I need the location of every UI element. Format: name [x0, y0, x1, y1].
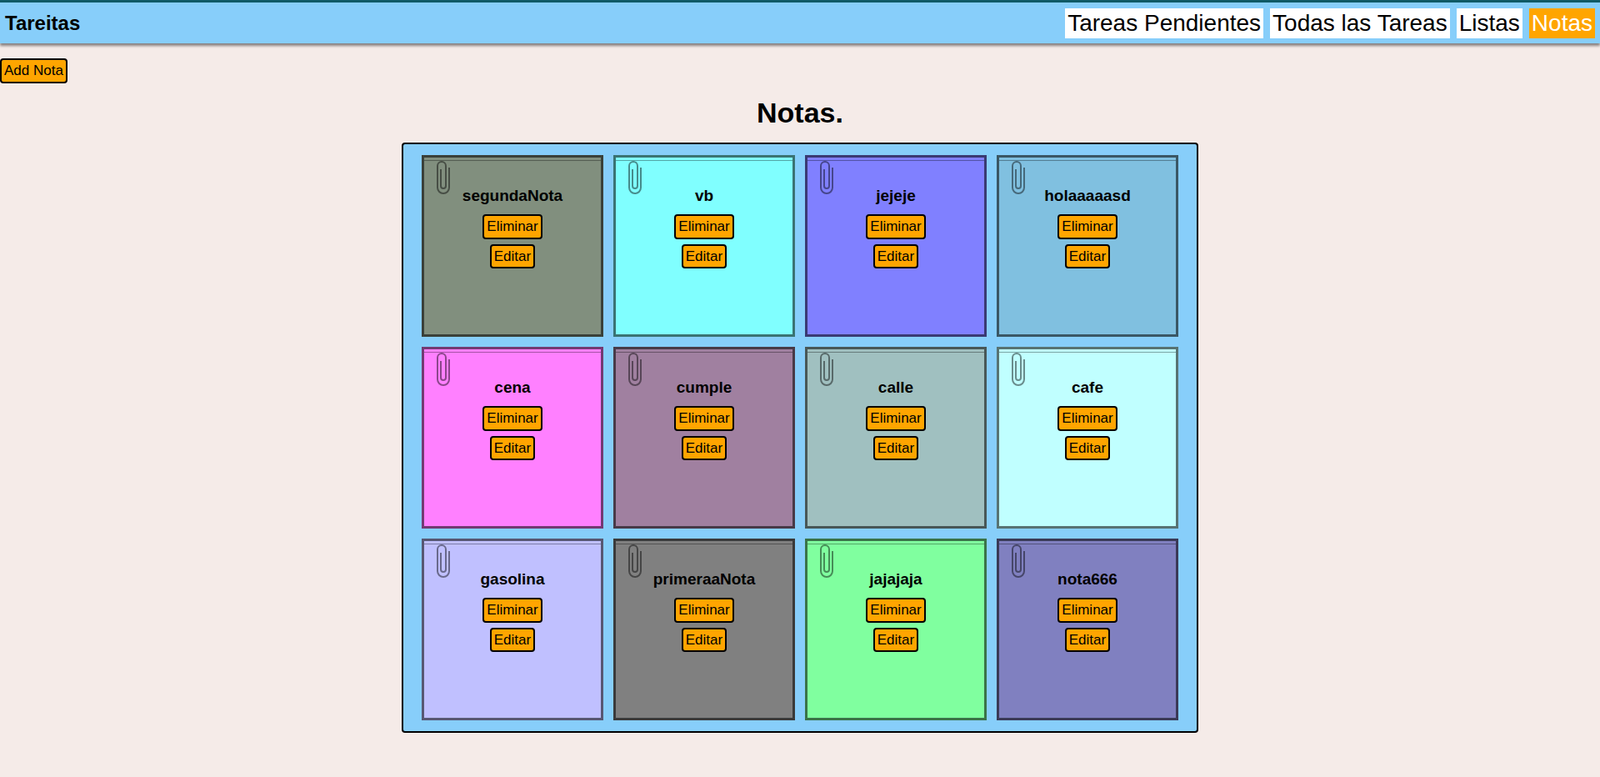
- nav: Tareas PendientesTodas las TareasListasN…: [1065, 8, 1595, 39]
- edit-button[interactable]: Editar: [681, 435, 727, 461]
- paperclip-icon: [625, 350, 648, 390]
- nav-item[interactable]: Todas las Tareas: [1270, 8, 1450, 39]
- delete-button[interactable]: Eliminar: [482, 597, 542, 623]
- note-title: segundaNota: [462, 184, 563, 209]
- note-card: cena Eliminar Editar: [421, 346, 604, 529]
- note-card: cumple Eliminar Editar: [613, 346, 795, 529]
- note-title: cumple: [676, 375, 733, 400]
- paperclip-icon: [434, 159, 456, 198]
- edit-button[interactable]: Editar: [1065, 627, 1110, 653]
- paperclip-icon: [625, 542, 648, 581]
- edit-button[interactable]: Editar: [490, 627, 535, 653]
- note-card: jajajaja Eliminar Editar: [805, 538, 987, 720]
- note-title: cena: [494, 375, 530, 400]
- note-title: vb: [695, 184, 714, 209]
- delete-button[interactable]: Eliminar: [674, 405, 734, 431]
- note-title: jajajaja: [869, 567, 922, 592]
- app: Tareitas Tareas PendientesTodas las Tarea…: [0, 0, 1600, 777]
- notes-grid: segundaNota Eliminar Editar vb Eliminar Edita…: [401, 142, 1199, 733]
- edit-button[interactable]: Editar: [490, 244, 535, 270]
- note-title: holaaaaasd: [1044, 184, 1131, 209]
- nav-item[interactable]: Listas: [1456, 8, 1523, 39]
- note-card: segundaNota Eliminar Editar: [421, 155, 604, 337]
- delete-button[interactable]: Eliminar: [865, 214, 925, 240]
- paperclip-icon: [817, 159, 840, 198]
- delete-button[interactable]: Eliminar: [865, 405, 925, 431]
- edit-button[interactable]: Editar: [873, 244, 919, 270]
- delete-button[interactable]: Eliminar: [482, 405, 542, 431]
- add-note-button[interactable]: Add Nota: [0, 58, 68, 84]
- edit-button[interactable]: Editar: [1065, 244, 1110, 270]
- edit-button[interactable]: Editar: [873, 435, 919, 461]
- nav-item[interactable]: Tareas Pendientes: [1065, 8, 1264, 39]
- delete-button[interactable]: Eliminar: [674, 597, 734, 623]
- paperclip-icon: [434, 350, 456, 390]
- note-card: nota666 Eliminar Editar: [996, 538, 1179, 720]
- delete-button[interactable]: Eliminar: [1057, 405, 1117, 431]
- paperclip-icon: [1009, 159, 1031, 198]
- edit-button[interactable]: Editar: [681, 244, 727, 270]
- app-title: Tareitas: [5, 8, 80, 39]
- note-card: holaaaaasd Eliminar Editar: [996, 155, 1179, 337]
- paperclip-icon: [434, 542, 456, 581]
- delete-button[interactable]: Eliminar: [1057, 597, 1117, 623]
- nav-item[interactable]: Notas: [1529, 8, 1595, 39]
- paperclip-icon: [1009, 350, 1031, 390]
- note-card: cafe Eliminar Editar: [996, 346, 1179, 529]
- delete-button[interactable]: Eliminar: [865, 597, 925, 623]
- delete-button[interactable]: Eliminar: [482, 214, 542, 240]
- note-title: cafe: [1071, 375, 1104, 400]
- note-card: vb Eliminar Editar: [613, 155, 795, 337]
- note-card: calle Eliminar Editar: [805, 346, 987, 529]
- edit-button[interactable]: Editar: [873, 627, 919, 653]
- page-heading: Notas.: [0, 91, 1600, 135]
- top-bar: Tareitas Tareas PendientesTodas las Tarea…: [0, 0, 1600, 44]
- delete-button[interactable]: Eliminar: [674, 214, 734, 240]
- note-title: jejeje: [875, 184, 916, 209]
- paperclip-icon: [625, 159, 648, 198]
- paperclip-icon: [1009, 542, 1031, 581]
- paperclip-icon: [817, 350, 840, 390]
- note-title: nota666: [1057, 567, 1118, 592]
- edit-button[interactable]: Editar: [490, 435, 535, 461]
- note-title: gasolina: [480, 567, 545, 592]
- note-title: primeraaNota: [653, 567, 756, 592]
- note-card: gasolina Eliminar Editar: [421, 538, 604, 720]
- note-card: primeraaNota Eliminar Editar: [613, 538, 795, 720]
- edit-button[interactable]: Editar: [1065, 435, 1110, 461]
- delete-button[interactable]: Eliminar: [1057, 214, 1117, 240]
- note-card: jejeje Eliminar Editar: [805, 155, 987, 337]
- paperclip-icon: [817, 542, 840, 581]
- edit-button[interactable]: Editar: [681, 627, 727, 653]
- note-title: calle: [878, 375, 914, 400]
